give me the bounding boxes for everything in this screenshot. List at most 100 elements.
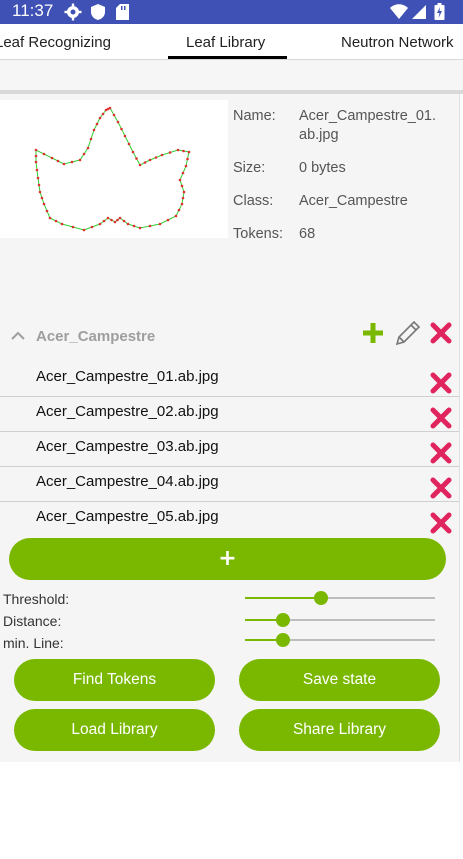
token-dot xyxy=(132,224,136,228)
token-dot xyxy=(62,162,66,166)
token-dot xyxy=(178,178,182,182)
delete-icon[interactable] xyxy=(430,477,452,503)
token-dot xyxy=(118,216,122,220)
list-item-label: Acer_Campestre_03.ab.jpg xyxy=(36,438,219,455)
token-dot xyxy=(116,218,119,222)
list-item[interactable]: Acer_Campestre_05.ab.jpg xyxy=(0,502,459,536)
token-dot xyxy=(86,146,90,150)
threshold-label: Threshold: xyxy=(3,591,70,607)
tokens-value: 68 xyxy=(299,226,316,242)
token-dot xyxy=(184,164,188,168)
token-dot xyxy=(70,160,74,164)
token-dot xyxy=(89,137,93,141)
token-dot xyxy=(182,190,186,194)
token-dot xyxy=(90,225,94,229)
delete-icon[interactable] xyxy=(430,442,452,468)
token-dot xyxy=(126,222,130,226)
token-dot xyxy=(135,157,138,160)
token-dot xyxy=(50,156,54,160)
list-item-label: Acer_Campestre_05.ab.jpg xyxy=(36,508,219,525)
leaf-outline-drawing xyxy=(34,106,191,232)
name-value-line1: Acer_Campestre_01. xyxy=(299,108,437,124)
token-dot xyxy=(36,176,40,180)
token-dot xyxy=(54,219,58,223)
close-icon[interactable] xyxy=(430,322,452,348)
token-dot xyxy=(154,156,158,159)
token-dot xyxy=(181,171,185,175)
group-title: Acer_Campestre xyxy=(36,328,156,345)
add-item-button[interactable]: + xyxy=(9,538,446,580)
library-content: Name: Acer_Campestre_01. ab.jpg Size: 0 … xyxy=(0,94,460,762)
distance-label: Distance: xyxy=(3,613,62,629)
token-dot xyxy=(120,127,123,131)
token-dot xyxy=(122,219,126,223)
chevron-up-icon[interactable] xyxy=(10,327,26,346)
token-dot xyxy=(92,128,96,132)
leaf-preview-image xyxy=(0,100,228,238)
size-label: Size: xyxy=(233,160,266,176)
tab-bar: Leaf Recognizing Leaf Library Neutron Ne… xyxy=(0,24,463,60)
token-dot xyxy=(35,168,39,172)
token-dot xyxy=(138,226,142,230)
token-dot xyxy=(116,120,120,124)
token-dot xyxy=(166,218,170,222)
token-dot xyxy=(34,160,38,164)
group-header[interactable]: Acer_Campestre xyxy=(0,319,459,359)
list-item[interactable]: Acer_Campestre_04.ab.jpg xyxy=(0,467,459,502)
list-item[interactable]: Acer_Campestre_01.ab.jpg xyxy=(0,362,459,397)
token-dot xyxy=(98,116,102,120)
token-dot xyxy=(82,152,86,156)
load-library-button[interactable]: Load Library xyxy=(14,709,215,751)
tab-leaf-recognizing[interactable]: Leaf Recognizing xyxy=(0,34,111,51)
token-dot xyxy=(148,158,152,162)
token-dot xyxy=(40,196,44,200)
token-dot xyxy=(34,148,38,152)
token-dot xyxy=(37,183,41,187)
token-dot xyxy=(158,222,162,226)
size-value: 0 bytes xyxy=(299,160,346,176)
token-dot xyxy=(180,184,184,188)
signal-icon xyxy=(411,3,427,25)
name-value-line2: ab.jpg xyxy=(299,127,339,143)
slider-thumb[interactable] xyxy=(276,633,290,647)
slider-thumb[interactable] xyxy=(314,591,328,605)
plus-icon[interactable] xyxy=(362,322,384,348)
list-item[interactable]: Acer_Campestre_02.ab.jpg xyxy=(0,397,459,432)
token-dot xyxy=(176,148,180,152)
shield-icon xyxy=(90,3,106,25)
threshold-slider[interactable] xyxy=(245,591,435,605)
token-dot xyxy=(45,209,49,213)
pencil-icon[interactable] xyxy=(393,318,423,352)
token-dot xyxy=(42,202,46,206)
token-dot xyxy=(181,196,185,200)
token-dot xyxy=(113,220,117,224)
distance-slider[interactable] xyxy=(245,613,435,627)
token-dot xyxy=(182,149,185,153)
token-dot xyxy=(187,150,191,154)
token-dot xyxy=(143,161,147,164)
find-tokens-button[interactable]: Find Tokens xyxy=(14,659,215,701)
delete-icon[interactable] xyxy=(430,372,452,398)
min-line-slider[interactable] xyxy=(245,633,435,647)
token-dot xyxy=(48,216,52,220)
list-item[interactable]: Acer_Campestre_03.ab.jpg xyxy=(0,432,459,467)
slider-thumb[interactable] xyxy=(276,613,290,627)
token-dot xyxy=(110,218,113,222)
delete-icon[interactable] xyxy=(430,512,452,538)
battery-charging-icon xyxy=(434,3,445,25)
save-state-button[interactable]: Save state xyxy=(239,659,440,701)
gear-icon xyxy=(64,3,82,25)
min-line-label: min. Line: xyxy=(3,635,64,651)
token-dot xyxy=(101,112,105,116)
tab-leaf-library[interactable]: Leaf Library xyxy=(186,34,265,51)
list-item-label: Acer_Campestre_04.ab.jpg xyxy=(36,473,219,490)
share-library-button[interactable]: Share Library xyxy=(239,709,440,751)
token-dot xyxy=(180,202,184,206)
list-item-label: Acer_Campestre_02.ab.jpg xyxy=(36,403,219,420)
tab-indicator xyxy=(168,56,287,59)
tab-neutron-network[interactable]: Neutron Network xyxy=(341,34,454,51)
token-dot xyxy=(174,214,178,218)
token-dot xyxy=(168,151,172,154)
delete-icon[interactable] xyxy=(430,407,452,433)
status-bar: 11:37 xyxy=(0,0,463,24)
